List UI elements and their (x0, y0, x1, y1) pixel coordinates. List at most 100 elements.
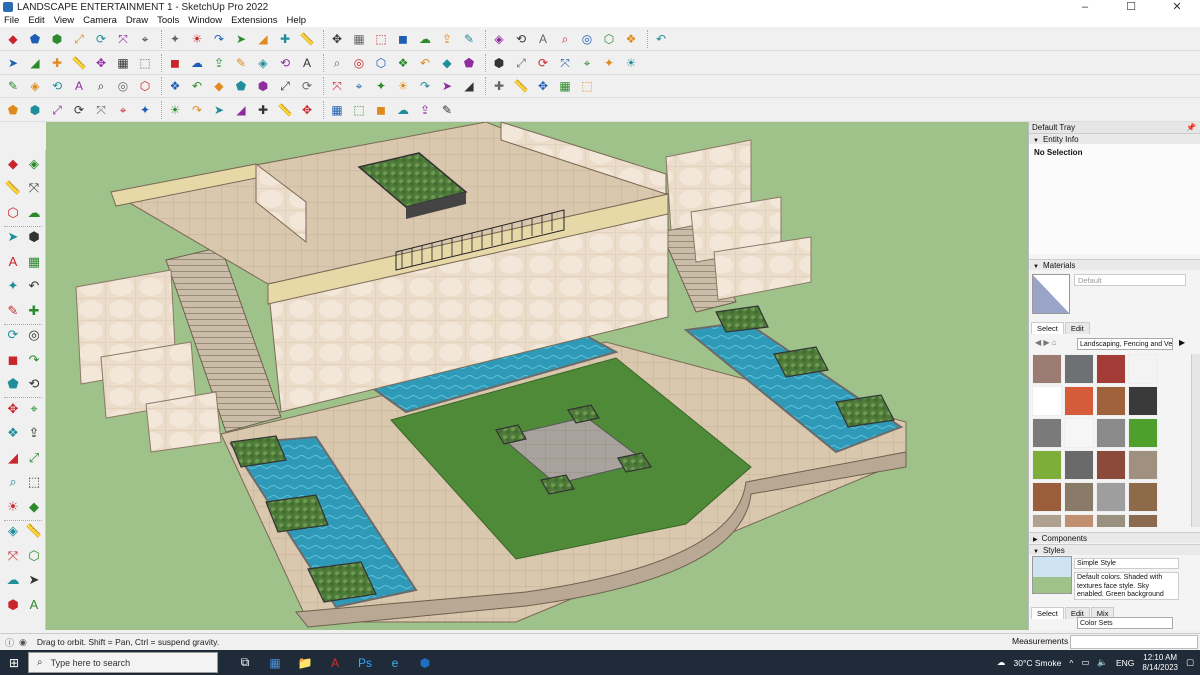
menu-help[interactable]: Help (287, 15, 307, 26)
maximize-button[interactable]: ☐ (1108, 0, 1154, 14)
scale-icon[interactable]: ↷ (210, 30, 228, 48)
array-icon[interactable]: ☀ (394, 77, 412, 95)
polygon-icon[interactable]: ⟳ (534, 54, 552, 72)
material-swatch[interactable] (1128, 514, 1158, 527)
roof-icon[interactable]: ⟲ (276, 54, 294, 72)
material-swatch[interactable] (1128, 354, 1158, 384)
polygon-icon[interactable]: ↶ (25, 277, 43, 295)
menu-extensions[interactable]: Extensions (231, 15, 277, 26)
hexagon-icon[interactable]: ⬟ (460, 54, 478, 72)
back-icon[interactable]: ⬚ (136, 54, 154, 72)
material-swatch[interactable] (1128, 450, 1158, 480)
menu-draw[interactable]: Draw (126, 15, 148, 26)
ribbon-icon[interactable]: ⤧ (556, 54, 574, 72)
push-pull-icon[interactable]: ◼ (4, 350, 22, 368)
two-point-arc-icon[interactable]: ⟳ (4, 326, 22, 344)
select-icon[interactable]: ⬟ (26, 30, 44, 48)
scale-icon[interactable]: ⌖ (25, 399, 43, 417)
move-icon[interactable]: ⬟ (4, 375, 22, 393)
material-swatch[interactable] (1032, 418, 1062, 448)
section-plane-icon[interactable]: ➤ (25, 571, 43, 589)
volume-icon[interactable]: 🔈 (1097, 657, 1108, 668)
plus-icon[interactable]: ↶ (188, 77, 206, 95)
unfold-icon[interactable]: ☁ (394, 101, 412, 119)
landscape-entertainment-model[interactable] (46, 122, 1028, 630)
bracket-icon[interactable]: ❖ (166, 77, 184, 95)
move-icon[interactable]: ✦ (166, 30, 184, 48)
entity-info-header[interactable]: ▼ Entity Info (1029, 133, 1200, 144)
left-icon[interactable]: ◼ (166, 54, 184, 72)
camera-icon[interactable]: ☁ (416, 30, 434, 48)
material-swatch[interactable] (1096, 514, 1126, 527)
component-icon[interactable]: A (534, 30, 552, 48)
door-icon[interactable]: ◎ (350, 54, 368, 72)
sandbox-icon[interactable]: ⬚ (372, 30, 390, 48)
text-icon[interactable]: ◢ (254, 30, 272, 48)
photoshop-icon[interactable]: Ps (350, 650, 380, 675)
offset-icon[interactable]: ⟳ (298, 77, 316, 95)
pan-icon[interactable]: 📏 (298, 30, 316, 48)
paint-bucket-icon[interactable]: 📏 (4, 179, 22, 197)
tree-icon[interactable]: ⬢ (254, 77, 272, 95)
material-swatch[interactable] (1064, 354, 1094, 384)
position-camera-icon[interactable]: ☁ (4, 571, 22, 589)
close-button[interactable]: ✕ (1154, 0, 1200, 14)
menu-tools[interactable]: Tools (157, 15, 179, 26)
section-icon[interactable]: ⇪ (438, 30, 456, 48)
orbit-icon[interactable]: ◈ (25, 154, 43, 172)
quad-icon[interactable]: ▦ (328, 101, 346, 119)
material-swatch[interactable] (1064, 482, 1094, 512)
arc-icon[interactable]: ◆ (438, 54, 456, 72)
task-view-icon[interactable]: ⧉ (230, 650, 260, 675)
notification-icon[interactable]: ▢ (1186, 657, 1194, 668)
menu-edit[interactable]: Edit (28, 15, 44, 26)
stack-icon[interactable]: ✎ (438, 101, 456, 119)
lattice-icon[interactable]: ✚ (254, 101, 272, 119)
clock[interactable]: 12:10 AM 8/14/2023 (1142, 653, 1178, 673)
explorer-icon[interactable]: 📁 (290, 650, 320, 675)
geo-icon[interactable]: ◼ (394, 30, 412, 48)
slice-icon[interactable]: ✚ (490, 77, 508, 95)
loft-icon[interactable]: ◢ (460, 77, 478, 95)
sweep-icon[interactable]: ◢ (232, 101, 250, 119)
material-icon[interactable]: ⤢ (48, 101, 66, 119)
window-icon[interactable]: ⌕ (328, 54, 346, 72)
material-swatch[interactable] (1064, 418, 1094, 448)
offset-icon[interactable]: ✥ (4, 399, 22, 417)
flip-icon[interactable]: ✦ (372, 77, 390, 95)
eraser-icon[interactable]: ⬢ (48, 30, 66, 48)
eraser-icon[interactable]: ⤧ (25, 179, 43, 197)
material-swatch[interactable] (1032, 450, 1062, 480)
arc-icon[interactable]: ✎ (4, 301, 22, 319)
menu-window[interactable]: Window (188, 15, 222, 26)
material-swatch[interactable] (1096, 418, 1126, 448)
frame-icon[interactable]: ◎ (114, 77, 132, 95)
weld-icon[interactable]: ✥ (534, 77, 552, 95)
details-arrow-icon[interactable]: ▶ (1179, 338, 1185, 347)
curve-icon[interactable]: ☁ (188, 54, 206, 72)
grid-icon[interactable]: ⇪ (416, 101, 434, 119)
zoom-extents-icon[interactable]: ◈ (4, 522, 22, 540)
dimension-icon[interactable]: ⤧ (328, 77, 346, 95)
material-swatch[interactable] (1128, 418, 1158, 448)
materials-header[interactable]: ▼ Materials (1029, 259, 1200, 270)
pencil-icon[interactable]: ☁ (25, 203, 43, 221)
spiral-icon[interactable]: ⌕ (92, 77, 110, 95)
three-point-arc-icon[interactable]: ◎ (25, 326, 43, 344)
menu-camera[interactable]: Camera (83, 15, 117, 26)
wall-icon[interactable]: ✎ (232, 54, 250, 72)
tab-edit[interactable]: Edit (1064, 322, 1090, 334)
share-icon[interactable]: ↶ (652, 30, 670, 48)
edge-icon[interactable]: e (380, 650, 410, 675)
intersect-icon[interactable]: ⤧ (92, 101, 110, 119)
materials-library-select[interactable]: Landscaping, Fencing and Vegetation (1077, 338, 1173, 350)
info-icon[interactable]: ⓘ (5, 636, 14, 649)
axes-icon[interactable]: ◢ (26, 54, 44, 72)
soften-icon[interactable]: ◼ (372, 101, 390, 119)
trim-icon[interactable]: ☀ (166, 101, 184, 119)
cross-icon[interactable]: ◆ (210, 77, 228, 95)
material-swatch[interactable] (1096, 386, 1126, 416)
split-icon[interactable]: ↷ (188, 101, 206, 119)
tag-icon[interactable]: ⟲ (48, 77, 66, 95)
line-icon[interactable]: ➤ (4, 228, 22, 246)
